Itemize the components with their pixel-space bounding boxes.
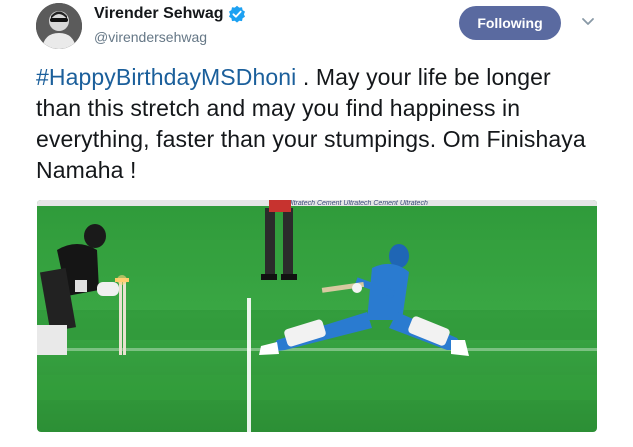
avatar[interactable] — [36, 3, 82, 49]
author-name[interactable]: Virender Sehwag — [94, 5, 224, 23]
verified-badge-icon — [228, 5, 246, 23]
tweet-text: #HappyBirthdayMSDhoni . May your life be… — [36, 62, 596, 186]
cricket-photo: Ultratech Cement Ultratech Cement Ultrat… — [37, 200, 597, 432]
tweet-media-photo[interactable]: Ultratech Cement Ultratech Cement Ultrat… — [37, 200, 597, 432]
hashtag-link[interactable]: #HappyBirthdayMSDhoni — [36, 64, 296, 90]
avatar-image — [36, 3, 82, 49]
chevron-down-icon[interactable] — [578, 12, 598, 32]
ad-banner-text: Ultratech Cement Ultratech Cement Ultrat… — [287, 200, 428, 207]
author-handle[interactable]: @virendersehwag — [94, 29, 207, 45]
following-button[interactable]: Following — [459, 6, 561, 40]
author-name-row: Virender Sehwag — [94, 5, 246, 23]
tweet-header: Virender Sehwag @virendersehwag Followin… — [0, 0, 633, 60]
